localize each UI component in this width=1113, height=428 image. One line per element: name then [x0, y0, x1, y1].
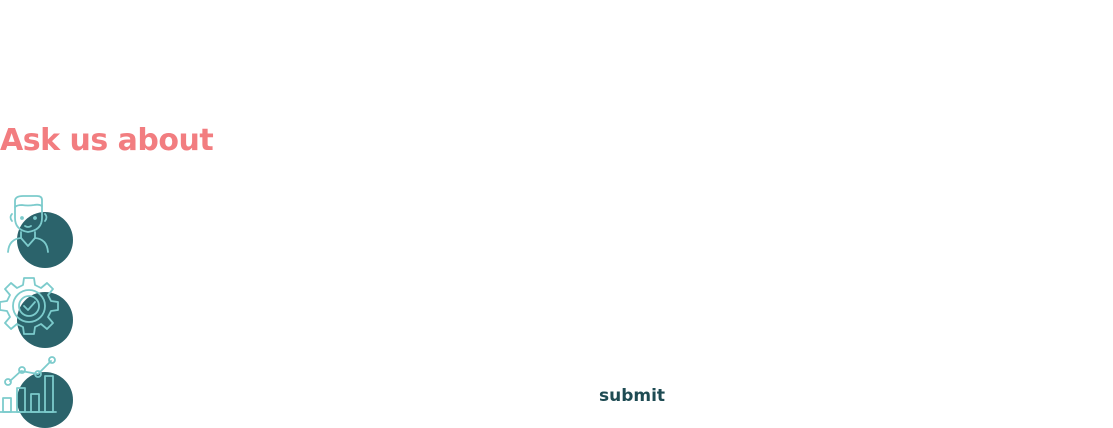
person-icon [7, 195, 49, 253]
growth-chart-icon [0, 356, 57, 413]
submit-button[interactable]: submit [590, 382, 674, 410]
gear-check-icon [0, 277, 59, 335]
ask-us-section: Ask us about submit [0, 0, 1113, 428]
feature-gear [0, 276, 80, 356]
feature-person [0, 195, 80, 276]
feature-chart [0, 356, 80, 428]
section-heading: Ask us about [0, 123, 214, 158]
